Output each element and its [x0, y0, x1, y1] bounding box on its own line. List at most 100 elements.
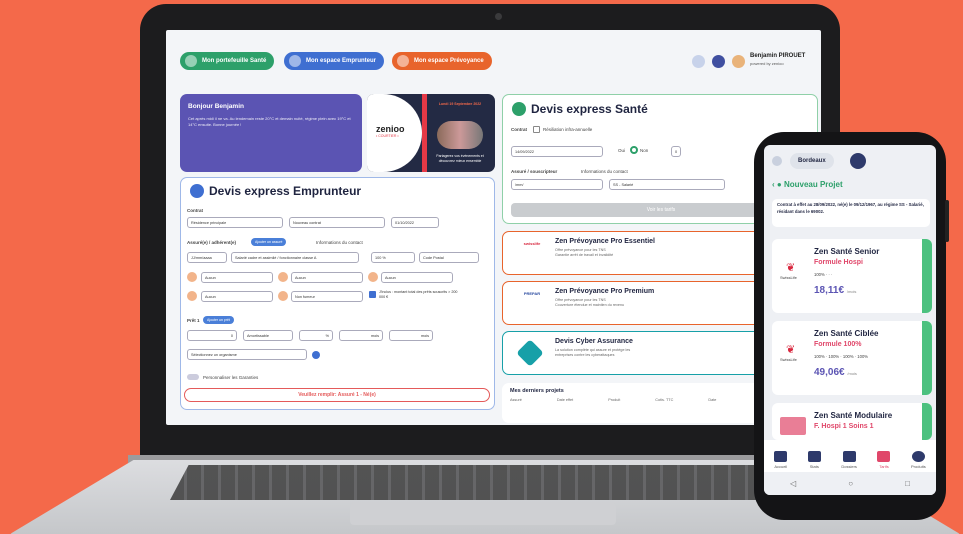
home-icon	[289, 55, 301, 67]
offer-card[interactable]: ❦ SwissLife Zen Santé Ciblée Formule 100…	[772, 321, 932, 395]
profile-icon[interactable]	[850, 153, 866, 169]
laptop-camera	[495, 13, 502, 20]
add-assure-button[interactable]: Ajouter un assuré	[251, 238, 287, 246]
chevron-right-icon[interactable]	[922, 321, 932, 395]
contract-summary: Contrat à effet au 28/09/2022, né(e) le …	[772, 199, 930, 227]
laptop-trackpad	[350, 503, 616, 525]
offer-card[interactable]: ❦ SwissLife Zen Santé Senior Formule Hos…	[772, 239, 932, 313]
conjoint-radio[interactable]	[630, 146, 638, 154]
info-icon[interactable]	[312, 351, 320, 359]
offer-card[interactable]: Zen Santé Modulaire F. Hospi 1 Soins 1	[772, 403, 932, 440]
enfants-field[interactable]: 0	[671, 146, 681, 157]
emprunteur-title: Devis express Emprunteur	[190, 184, 485, 198]
flag-icon[interactable]	[692, 55, 705, 68]
differe-field[interactable]: mois	[389, 330, 433, 341]
conjoint-oui[interactable]: Oui	[618, 148, 625, 153]
offer-formula: Formule 100%	[814, 341, 862, 348]
total-checkbox-label: J'inclus : montant total des prêts sousc…	[379, 290, 458, 299]
offer-name: Zen Santé Senior	[814, 247, 880, 256]
swisslife-heart-icon: ❦	[786, 262, 796, 274]
home-button-icon[interactable]: ○	[848, 479, 853, 488]
laptop-keyboard	[170, 465, 790, 500]
nav-sante-button[interactable]: Mon portefeuille Santé	[180, 52, 275, 70]
promo-footer: Partagerez vos événements et découvrez m…	[436, 154, 484, 163]
offer-formula: Formule Hospi	[814, 259, 864, 266]
risque-select-1[interactable]: Aucun	[201, 272, 273, 283]
sante-birthdate-field[interactable]: /mm/	[511, 179, 603, 190]
conjoint-non[interactable]: Non	[640, 148, 648, 153]
zenioo-logo: zenioo • COURTIER •	[376, 124, 405, 138]
nav-emprunteur-button[interactable]: Mon espace Emprunteur	[284, 52, 385, 70]
offer-name: Zen Santé Ciblée	[814, 329, 879, 338]
promo-photo	[437, 121, 483, 149]
welcome-text: Cet après midi il ne va. Au lendemain re…	[188, 116, 351, 127]
risque-select-3[interactable]: Aucun	[381, 272, 453, 283]
travel-icon	[368, 272, 378, 282]
bottom-nav: Accueil Stats Dossiers Tarifs Produits	[764, 440, 936, 472]
organisme-select[interactable]: Sélectionnez un organisme	[187, 349, 307, 360]
birthdate-field[interactable]: JJ/mm/aaaa	[187, 252, 227, 263]
warning-banner: Veuillez remplir: Assuré 1 - Né(e)	[184, 388, 490, 402]
total-checkbox[interactable]	[369, 291, 376, 298]
emprunteur-card: Devis express Emprunteur Contrat Résiden…	[180, 177, 495, 410]
type-pret-select[interactable]: Nouveau contrat	[289, 217, 385, 228]
code-postal-field[interactable]: Code Postal	[419, 252, 479, 263]
recents-icon[interactable]: □	[905, 479, 910, 488]
fumeur-select[interactable]: Non fumeur	[291, 291, 363, 302]
taux-field[interactable]: %	[299, 330, 333, 341]
resiliation-checkbox[interactable]	[533, 126, 540, 133]
montant-field[interactable]: 0	[187, 330, 237, 341]
system-nav: ◁ ○ □	[764, 472, 936, 495]
phone-icon[interactable]	[712, 55, 725, 68]
home-icon	[774, 451, 788, 462]
heart-icon	[512, 102, 526, 116]
type-pret2-select[interactable]: Amortissable	[243, 330, 293, 341]
welcome-card: Bonjour Benjamin Cet après midi il ne va…	[180, 94, 362, 172]
hospital-icon	[780, 417, 806, 435]
menu-icon[interactable]	[772, 156, 782, 166]
add-pret-button[interactable]: Ajouter un prêt	[203, 316, 234, 324]
phone-page-title: ‹ ● Nouveau Projet	[772, 180, 843, 189]
avatar[interactable]	[732, 55, 745, 68]
nav-stats[interactable]: Stats	[807, 451, 821, 469]
moto-icon	[278, 272, 288, 282]
nav-accueil[interactable]: Accueil	[774, 451, 788, 469]
regime-select[interactable]: SS - Salarié	[609, 179, 725, 190]
nav-produits[interactable]: Produits	[911, 451, 926, 469]
swisslife-logo: swisslife	[523, 241, 541, 246]
offer-badges: 100% · · ·	[814, 272, 833, 277]
chart-icon	[807, 451, 821, 462]
sante-title: Devis express Santé	[512, 102, 808, 116]
swisslife-heart-icon: ❦	[786, 344, 796, 356]
nav-dossiers[interactable]: Dossiers	[841, 451, 857, 469]
chevron-right-icon[interactable]	[922, 239, 932, 313]
wallet-icon	[185, 55, 197, 67]
sante-date-field[interactable]: 14/09/2022	[511, 146, 603, 157]
nav-prevoyance-button[interactable]: Mon espace Prévoyance	[392, 52, 492, 70]
promo-banner[interactable]: zenioo • COURTIER • Lundi 19 Septembre 20…	[367, 94, 495, 172]
back-icon[interactable]: ◁	[790, 479, 796, 488]
welcome-title: Bonjour Benjamin	[188, 103, 244, 110]
smoke-icon	[278, 291, 288, 301]
offer-price: 49,06€ /mois	[814, 367, 857, 378]
shield-icon	[397, 55, 409, 67]
promo-headline: Lundi 19 Septembre 2022	[438, 102, 482, 106]
profession-select[interactable]: Salarié cadre et assimilé / fonctionnair…	[231, 252, 359, 263]
risque-select-2[interactable]: Aucun	[291, 272, 363, 283]
garanties-toggle[interactable]	[187, 374, 199, 380]
offer-badges: 100% · 100% · 100% · 100%	[814, 354, 869, 359]
tarif-icon	[877, 451, 891, 462]
location-chip[interactable]: Bordeaux	[790, 153, 834, 169]
chevron-right-icon[interactable]	[922, 403, 932, 440]
nav-tarifs[interactable]: Tarifs	[877, 451, 891, 469]
offer-price: 18,11€ /mois	[814, 285, 857, 296]
quotite-field[interactable]: 100 %	[371, 252, 415, 263]
risque-select-4[interactable]: Aucun	[201, 291, 273, 302]
offer-formula: F. Hospi 1 Soins 1	[814, 423, 874, 430]
date-effet-field[interactable]: 01/10/2022	[391, 217, 439, 228]
laptop-screen: Mon portefeuille Santé Mon espace Emprun…	[166, 30, 821, 425]
brand-label: SwissLife	[780, 357, 797, 362]
type-projet-select[interactable]: Résidence principale	[187, 217, 283, 228]
duree-field[interactable]: mois	[339, 330, 383, 341]
parachute-icon	[187, 291, 197, 301]
